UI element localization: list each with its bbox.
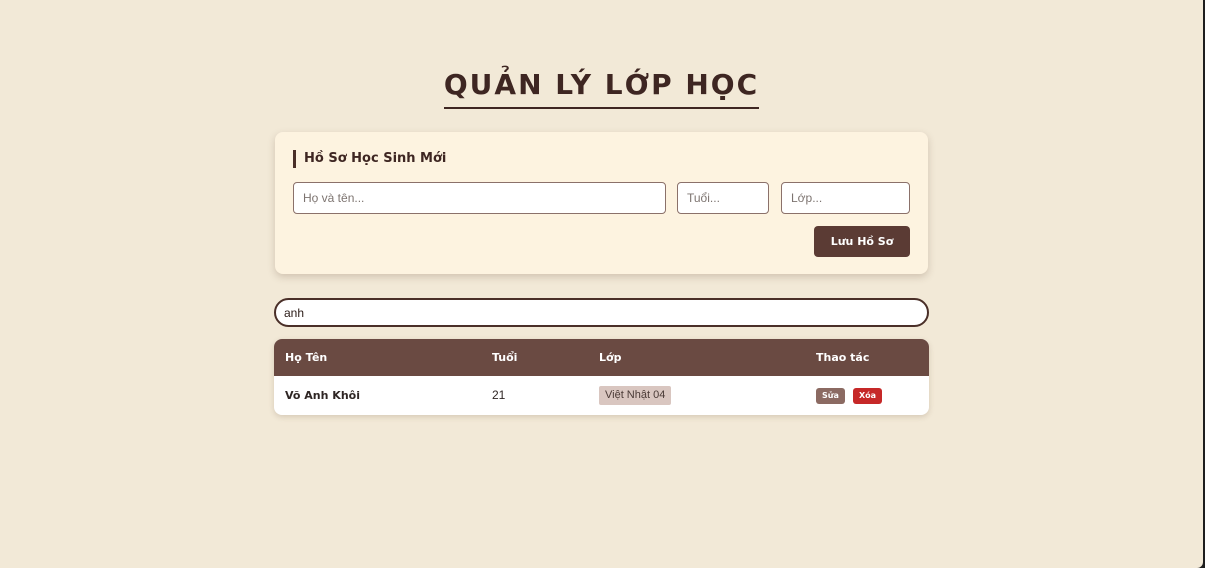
class-input[interactable] bbox=[781, 182, 910, 214]
app-viewport: QUẢN LÝ LỚP HỌC Hồ Sơ Học Sinh Mới Lưu H… bbox=[0, 0, 1203, 568]
delete-button[interactable]: Xóa bbox=[853, 388, 883, 404]
edit-button[interactable]: Sửa bbox=[816, 388, 845, 404]
students-table: Họ Tên Tuổi Lớp Thao tác Võ Anh Khôi 21 … bbox=[274, 339, 929, 415]
table-row: Võ Anh Khôi 21 Việt Nhật 04 Sửa Xóa bbox=[274, 376, 929, 415]
student-name: Võ Anh Khôi bbox=[285, 389, 360, 402]
header-age: Tuổi bbox=[492, 351, 518, 364]
header-class: Lớp bbox=[599, 351, 622, 364]
student-age: 21 bbox=[492, 388, 506, 402]
save-profile-button[interactable]: Lưu Hồ Sơ bbox=[814, 226, 910, 257]
search-input[interactable] bbox=[274, 298, 929, 327]
page-title: QUẢN LÝ LỚP HỌC bbox=[443, 68, 760, 109]
table-header: Họ Tên Tuổi Lớp Thao tác bbox=[274, 339, 929, 376]
page-title-wrapper: QUẢN LÝ LỚP HỌC bbox=[0, 64, 1203, 109]
class-badge: Việt Nhật 04 bbox=[599, 386, 672, 405]
form-heading: Hồ Sơ Học Sinh Mới bbox=[293, 150, 446, 168]
name-input[interactable] bbox=[293, 182, 666, 214]
new-student-form: Hồ Sơ Học Sinh Mới Lưu Hồ Sơ bbox=[275, 132, 928, 274]
age-input[interactable] bbox=[677, 182, 769, 214]
header-actions: Thao tác bbox=[816, 351, 870, 364]
header-name: Họ Tên bbox=[285, 351, 328, 364]
